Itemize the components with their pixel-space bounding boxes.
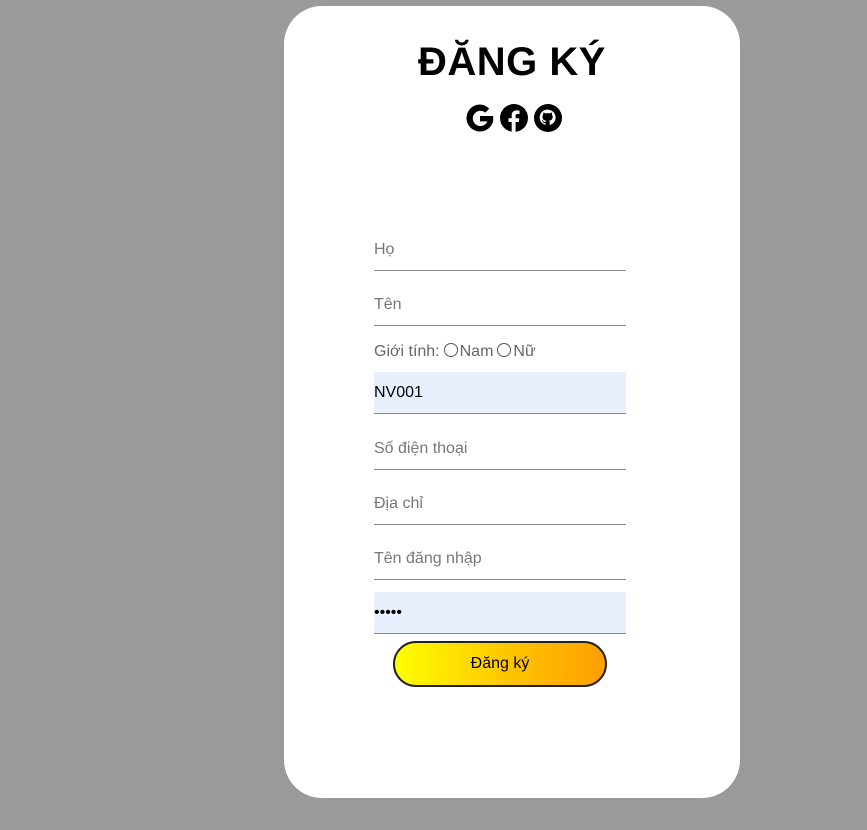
page-title: ĐĂNG KÝ — [418, 40, 606, 84]
mat-khau-input[interactable] — [374, 592, 626, 633]
register-card: ĐĂNG KÝ Giới tính: Nam Nữ — [284, 6, 740, 798]
gender-radio-nu[interactable] — [497, 343, 512, 357]
facebook-icon[interactable] — [498, 102, 530, 134]
social-login-group — [464, 102, 564, 134]
github-icon[interactable] — [532, 102, 564, 134]
gender-label: Giới tính: — [374, 343, 440, 360]
register-button[interactable]: Đăng ký — [393, 641, 607, 687]
gender-radio-nam[interactable] — [443, 343, 458, 357]
gender-option-nu: Nữ — [513, 343, 536, 360]
ma-nv-input[interactable] — [374, 372, 626, 413]
ten-dang-nhap-input[interactable] — [374, 538, 626, 579]
ten-input[interactable] — [374, 284, 626, 325]
ma-nv-field — [374, 372, 626, 414]
google-icon[interactable] — [464, 102, 496, 134]
ho-input[interactable] — [374, 229, 626, 270]
so-dien-thoai-input[interactable] — [374, 428, 626, 469]
ten-dang-nhap-field — [374, 538, 626, 580]
gender-option-nam: Nam — [459, 343, 494, 360]
mat-khau-field — [374, 592, 626, 634]
so-dien-thoai-field — [374, 428, 626, 470]
dia-chi-field — [374, 483, 626, 525]
ho-field — [374, 229, 626, 271]
dia-chi-input[interactable] — [374, 483, 626, 524]
gender-group: Giới tính: Nam Nữ — [374, 343, 536, 361]
ten-field — [374, 284, 626, 326]
